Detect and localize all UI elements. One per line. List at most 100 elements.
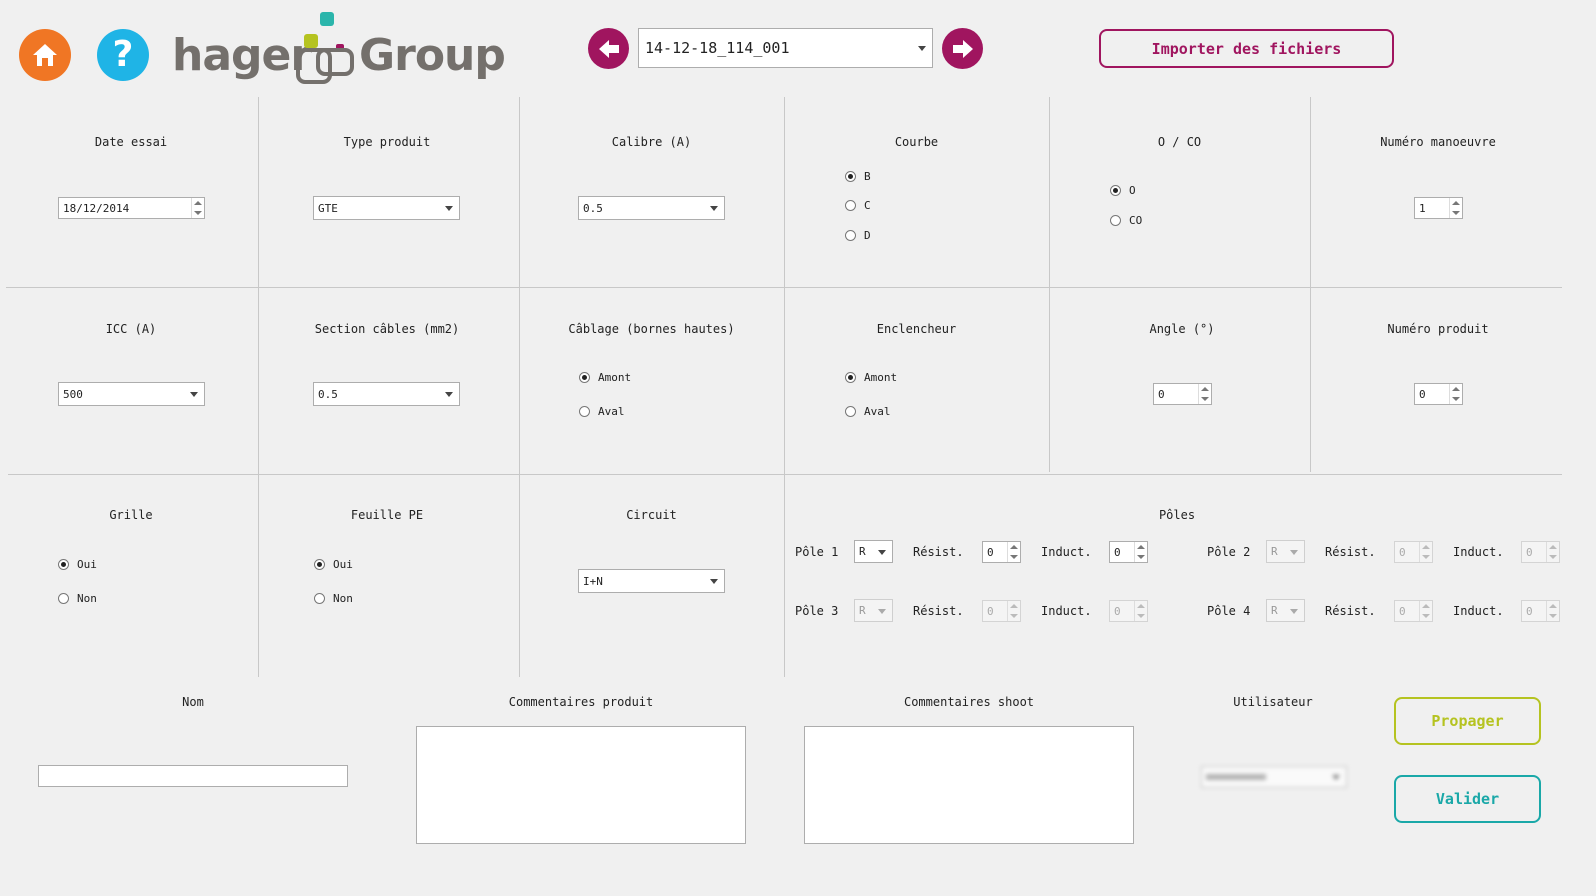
pole-3-phase-select[interactable]: R: [854, 599, 893, 622]
question-mark-icon: ?: [112, 34, 134, 75]
utilisateur-label: Utilisateur: [1233, 695, 1313, 709]
help-button[interactable]: ?: [97, 29, 149, 81]
feuille-radio-non[interactable]: Non: [314, 592, 353, 605]
stepper-buttons[interactable]: [1134, 601, 1147, 621]
stepper-buttons[interactable]: [1198, 384, 1211, 404]
feuille-radio-oui[interactable]: Oui: [314, 558, 353, 571]
propager-button[interactable]: Propager: [1394, 697, 1541, 745]
pole-4-label: Pôle 4: [1207, 604, 1251, 618]
numero-produit-stepper[interactable]: 0: [1414, 383, 1463, 405]
utilisateur-select[interactable]: [1201, 766, 1347, 788]
courbe-radio-d[interactable]: D: [845, 229, 871, 242]
stepper-buttons[interactable]: [1007, 601, 1020, 621]
home-button[interactable]: [19, 29, 71, 81]
radio-dot: [1110, 185, 1121, 196]
pole-3-induct-label: Induct.: [1041, 604, 1092, 618]
chevron-down-icon: [190, 392, 198, 397]
poles-label: Pôles: [1158, 508, 1196, 522]
pole-1-phase-select[interactable]: R: [854, 540, 893, 563]
stepper-buttons[interactable]: [1449, 384, 1462, 404]
commentaires-produit-textarea[interactable]: [416, 726, 746, 844]
section-cables-select[interactable]: 0.5: [313, 382, 460, 406]
enclencheur-radio-amont[interactable]: Amont: [845, 371, 897, 384]
section-cables-label: Section câbles (mm2): [314, 322, 460, 336]
pole-1-induct-stepper[interactable]: 0: [1109, 541, 1148, 563]
radio-dot: [314, 593, 325, 604]
stepper-buttons[interactable]: [1546, 601, 1559, 621]
chevron-down-icon: [1290, 608, 1298, 614]
pole-3-induct-stepper[interactable]: 0: [1109, 600, 1148, 622]
o-radio[interactable]: O: [1110, 184, 1136, 197]
stepper-buttons[interactable]: [1419, 542, 1432, 562]
radio-label: Non: [333, 592, 353, 605]
import-files-button[interactable]: Importer des fichiers: [1099, 29, 1394, 68]
divider: [8, 474, 1562, 475]
stepper-buttons[interactable]: [1134, 542, 1147, 562]
induct-value: 0: [1526, 604, 1533, 618]
chevron-down-icon: [878, 608, 886, 614]
pole-3-resist-stepper[interactable]: 0: [982, 600, 1021, 622]
divider: [1310, 97, 1311, 472]
commentaires-produit-label: Commentaires produit: [508, 695, 654, 709]
numero-manoeuvre-stepper[interactable]: 1: [1414, 197, 1463, 219]
pole-2-induct-stepper[interactable]: 0: [1521, 541, 1560, 563]
stepper-buttons[interactable]: [1449, 198, 1462, 218]
grille-radio-non[interactable]: Non: [58, 592, 97, 605]
resist-value: 0: [987, 545, 994, 559]
pole-2-phase-select[interactable]: R: [1266, 540, 1305, 563]
icc-select[interactable]: 500: [58, 382, 205, 406]
previous-file-button[interactable]: [588, 28, 629, 69]
valider-button[interactable]: Valider: [1394, 775, 1541, 823]
chevron-down-icon: [710, 206, 718, 211]
courbe-radio-c[interactable]: C: [845, 199, 871, 212]
co-radio[interactable]: CO: [1110, 214, 1142, 227]
resist-value: 0: [1399, 545, 1406, 559]
courbe-radio-b[interactable]: B: [845, 170, 871, 183]
pole-4-phase-select[interactable]: R: [1266, 599, 1305, 622]
circuit-label: Circuit: [626, 508, 677, 522]
logo-word-group: Group: [359, 30, 506, 81]
radio-label: Oui: [333, 558, 353, 571]
stepper-buttons[interactable]: [1546, 542, 1559, 562]
divider: [6, 287, 1562, 288]
circuit-select[interactable]: I+N: [578, 569, 725, 593]
commentaires-shoot-textarea[interactable]: [804, 726, 1134, 844]
angle-stepper[interactable]: 0: [1153, 383, 1212, 405]
pole-3-label: Pôle 3: [795, 604, 839, 618]
stepper-buttons[interactable]: [1007, 542, 1020, 562]
radio-dot: [845, 230, 856, 241]
radio-label: Non: [77, 592, 97, 605]
type-produit-select[interactable]: GTE: [313, 196, 460, 220]
resist-value: 0: [1399, 604, 1406, 618]
nom-input[interactable]: [38, 765, 348, 787]
date-essai-field[interactable]: 18/12/2014: [58, 197, 205, 219]
stepper-buttons[interactable]: [1419, 601, 1432, 621]
radio-label: B: [864, 170, 871, 183]
chevron-down-icon: [878, 549, 886, 555]
grille-radio-oui[interactable]: Oui: [58, 558, 97, 571]
pole-4-induct-label: Induct.: [1453, 604, 1504, 618]
chevron-down-icon: [710, 579, 718, 584]
radio-dot: [845, 372, 856, 383]
pole-2-resist-stepper[interactable]: 0: [1394, 541, 1433, 563]
section-value: 0.5: [318, 387, 338, 401]
induct-value: 0: [1114, 545, 1121, 559]
circuit-value: I+N: [583, 574, 603, 588]
enclencheur-radio-aval[interactable]: Aval: [845, 405, 891, 418]
enclencheur-label: Enclencheur: [876, 322, 957, 336]
cablage-radio-amont[interactable]: Amont: [579, 371, 631, 384]
pole-4-induct-stepper[interactable]: 0: [1521, 600, 1560, 622]
radio-dot: [58, 559, 69, 570]
pole-4-resist-stepper[interactable]: 0: [1394, 600, 1433, 622]
next-file-button[interactable]: [942, 28, 983, 69]
pole-1-resist-stepper[interactable]: 0: [982, 541, 1021, 563]
calibre-select[interactable]: 0.5: [578, 196, 725, 220]
cablage-radio-aval[interactable]: Aval: [579, 405, 625, 418]
numero-produit-label: Numéro produit: [1387, 322, 1489, 336]
divider: [1049, 97, 1050, 472]
cablage-label: Câblage (bornes hautes): [568, 322, 735, 336]
radio-label: Oui: [77, 558, 97, 571]
date-spin-buttons[interactable]: [191, 198, 204, 218]
radio-label: O: [1129, 184, 1136, 197]
file-selector[interactable]: 14-12-18_114_001: [638, 28, 933, 68]
